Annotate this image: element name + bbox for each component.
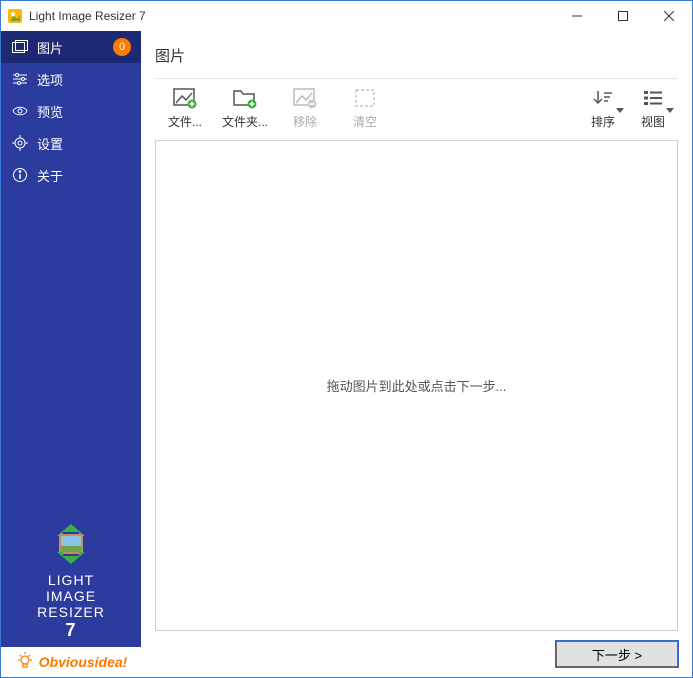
app-window: Light Image Resizer 7 图片 0 (0, 0, 693, 678)
sidebar-item-settings[interactable]: 设置 (1, 127, 141, 159)
drop-zone[interactable]: 拖动图片到此处或点击下一步... (155, 140, 678, 631)
images-count-badge: 0 (113, 38, 131, 56)
brand-footer[interactable]: Obviousidea! (1, 647, 141, 677)
toolbar: 文件... 文件夹... 移除 (155, 78, 678, 130)
remove-icon (292, 87, 318, 109)
view-list-icon (640, 87, 666, 109)
chevron-down-icon (616, 103, 624, 117)
next-button[interactable]: 下一步 > (556, 641, 678, 667)
app-icon (7, 8, 23, 24)
sort-button[interactable]: 排序 (578, 87, 628, 130)
titlebar: Light Image Resizer 7 (1, 1, 692, 31)
view-button[interactable]: 视图 (628, 87, 678, 130)
maximize-button[interactable] (600, 1, 646, 31)
drop-hint: 拖动图片到此处或点击下一步... (327, 376, 507, 395)
sidebar-item-options[interactable]: 选项 (1, 63, 141, 95)
clear-button[interactable]: 清空 (335, 87, 395, 130)
window-controls (554, 1, 692, 31)
add-file-icon (172, 87, 198, 109)
sidebar-logo: LIGHT IMAGE RESIZER 7 (1, 510, 141, 647)
images-icon (11, 40, 29, 54)
chevron-down-icon (666, 103, 674, 117)
add-folder-icon (232, 87, 258, 109)
lightbulb-icon (15, 651, 35, 674)
sidebar-item-label: 图片 (37, 38, 113, 57)
sidebar-item-label: 设置 (37, 134, 131, 153)
minimize-button[interactable] (554, 1, 600, 31)
sort-icon (590, 87, 616, 109)
sidebar-item-images[interactable]: 图片 0 (1, 31, 141, 63)
sidebar-item-label: 预览 (37, 102, 131, 121)
main-panel: 图片 文件... 文件夹... (141, 31, 692, 677)
gear-icon (11, 135, 29, 151)
sidebar-item-label: 选项 (37, 70, 131, 89)
info-icon (11, 167, 29, 183)
sidebar-item-label: 关于 (37, 166, 131, 185)
sidebar-item-about[interactable]: 关于 (1, 159, 141, 191)
footer: 下一步 > (155, 631, 678, 667)
sidebar: 图片 0 选项 预览 设置 (1, 31, 141, 677)
add-folder-button[interactable]: 文件夹... (215, 87, 275, 130)
app-logo-icon (47, 522, 95, 566)
brand-name: Obviousidea! (39, 654, 128, 670)
remove-button[interactable]: 移除 (275, 87, 335, 130)
close-button[interactable] (646, 1, 692, 31)
window-title: Light Image Resizer 7 (29, 9, 554, 23)
logo-text: LIGHT IMAGE RESIZER 7 (37, 572, 105, 641)
add-files-button[interactable]: 文件... (155, 87, 215, 130)
sidebar-item-preview[interactable]: 预览 (1, 95, 141, 127)
sliders-icon (11, 72, 29, 86)
eye-icon (11, 105, 29, 117)
clear-icon (352, 87, 378, 109)
page-title: 图片 (155, 45, 678, 66)
